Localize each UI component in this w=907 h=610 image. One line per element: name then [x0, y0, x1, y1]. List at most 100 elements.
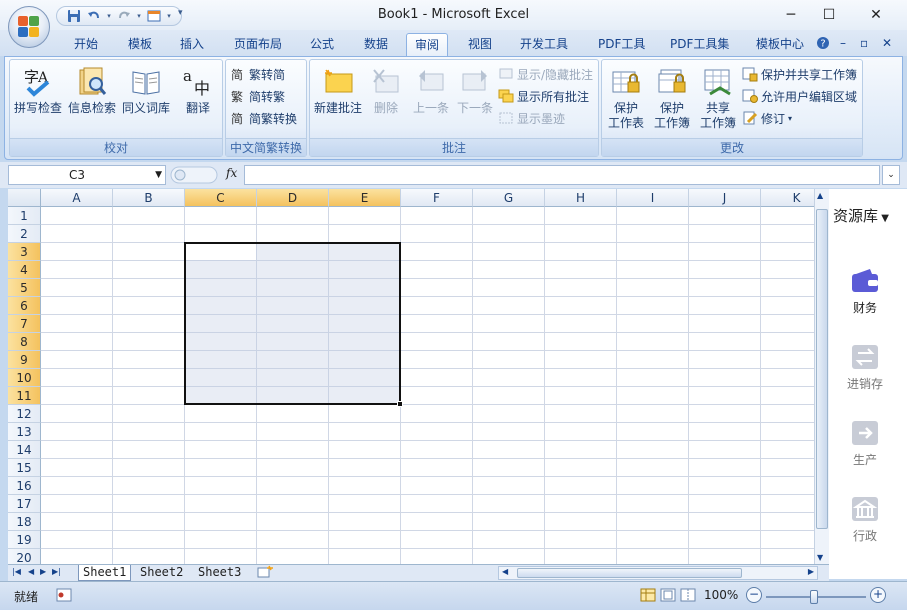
vertical-scrollbar[interactable]: ▲ ▼: [814, 189, 829, 564]
tab-0[interactable]: 开始: [66, 33, 106, 56]
next-sheet-icon[interactable]: ▶: [40, 567, 46, 576]
thesaurus-button[interactable]: 同义词库: [120, 64, 172, 134]
ribbon-close-button[interactable]: ✕: [882, 36, 892, 50]
formula-input[interactable]: [244, 165, 880, 185]
row-header-18[interactable]: 18: [8, 513, 41, 531]
row-header-1[interactable]: 1: [8, 207, 41, 225]
vertical-scroll-thumb[interactable]: [816, 209, 828, 529]
name-box-dropdown-icon[interactable]: ▼: [155, 166, 162, 184]
column-header-C[interactable]: C: [185, 189, 257, 207]
protect-sheet-button[interactable]: 保护 工作表: [604, 64, 648, 134]
row-header-5[interactable]: 5: [8, 279, 41, 297]
row-header-7[interactable]: 7: [8, 315, 41, 333]
row-header-2[interactable]: 2: [8, 225, 41, 243]
zoom-in-button[interactable]: +: [870, 587, 886, 603]
row-header-13[interactable]: 13: [8, 423, 41, 441]
row-header-4[interactable]: 4: [8, 261, 41, 279]
row-header-17[interactable]: 17: [8, 495, 41, 513]
row-header-14[interactable]: 14: [8, 441, 41, 459]
zoom-slider[interactable]: [766, 590, 866, 604]
worksheet-grid[interactable]: A B C D E F G H I J K 1 2 3 4 5 6 7 8 9 10 11 12 13 14 15 16 17 18 19…: [8, 189, 814, 564]
column-header-E[interactable]: E: [329, 189, 401, 207]
tab-3[interactable]: 页面布局: [226, 33, 290, 56]
row-header-15[interactable]: 15: [8, 459, 41, 477]
tab-10[interactable]: PDF工具集: [662, 33, 737, 56]
tab-4[interactable]: 公式: [302, 33, 342, 56]
horizontal-scroll-thumb[interactable]: [517, 568, 742, 578]
select-all-corner[interactable]: [8, 189, 41, 207]
protect-workbook-button[interactable]: 保护 工作簿: [650, 64, 694, 134]
macro-record-icon[interactable]: [56, 588, 72, 605]
scroll-down-icon[interactable]: ▼: [817, 553, 823, 562]
column-header-B[interactable]: B: [113, 189, 185, 207]
maximize-button[interactable]: ☐: [806, 0, 852, 30]
row-header-11[interactable]: 11: [8, 387, 41, 405]
office-button[interactable]: [8, 6, 50, 48]
tab-11[interactable]: 模板中心: [748, 33, 812, 56]
side-panel-item-1[interactable]: 财务: [829, 267, 901, 316]
show-hide-comment-button[interactable]: 显示/隐藏批注: [498, 64, 593, 84]
to-simplified-button[interactable]: 简 繁转简: [230, 64, 285, 84]
tab-9[interactable]: PDF工具: [590, 33, 653, 56]
column-header-G[interactable]: G: [473, 189, 545, 207]
tab-8[interactable]: 开发工具: [512, 33, 576, 56]
scroll-right-icon[interactable]: ▶: [808, 567, 814, 576]
insert-sheet-icon[interactable]: [256, 565, 274, 581]
row-header-8[interactable]: 8: [8, 333, 41, 351]
row-header-3[interactable]: 3: [8, 243, 41, 261]
normal-view-icon[interactable]: [640, 588, 656, 605]
column-header-J[interactable]: J: [689, 189, 761, 207]
column-header-H[interactable]: H: [545, 189, 617, 207]
column-header-A[interactable]: A: [41, 189, 113, 207]
research-button[interactable]: 信息检索: [66, 64, 118, 134]
next-comment-button[interactable]: 下一条: [452, 64, 498, 134]
column-header-F[interactable]: F: [401, 189, 473, 207]
sheet-tab-2[interactable]: Sheet2: [136, 565, 187, 581]
spell-check-button[interactable]: 字A 拼写检查: [12, 64, 64, 134]
side-panel-title[interactable]: 资源库 ▼: [833, 205, 889, 226]
new-comment-button[interactable]: 新建批注: [312, 64, 364, 134]
tab-5[interactable]: 数据: [356, 33, 396, 56]
tab-7[interactable]: 视图: [460, 33, 500, 56]
translate-button[interactable]: a中 翻译: [172, 64, 224, 134]
column-header-I[interactable]: I: [617, 189, 689, 207]
previous-comment-button[interactable]: 上一条: [408, 64, 454, 134]
column-header-K[interactable]: K: [761, 189, 814, 207]
zoom-slider-knob[interactable]: [810, 590, 818, 604]
close-button[interactable]: ✕: [853, 0, 899, 30]
tab-6[interactable]: 审阅: [406, 33, 449, 56]
scroll-left-icon[interactable]: ◀: [502, 567, 508, 576]
delete-comment-button[interactable]: 删除: [364, 64, 408, 134]
tab-1[interactable]: 模板: [120, 33, 160, 56]
page-break-view-icon[interactable]: [680, 588, 696, 605]
first-sheet-icon[interactable]: |◀: [12, 567, 21, 576]
prev-sheet-icon[interactable]: ◀: [28, 567, 34, 576]
side-panel-item-2[interactable]: 进销存: [829, 343, 901, 392]
page-layout-view-icon[interactable]: [660, 588, 676, 605]
column-header-D[interactable]: D: [257, 189, 329, 207]
track-changes-dropdown-icon[interactable]: ▾: [788, 114, 792, 123]
ribbon-restore-button[interactable]: ▫: [860, 36, 868, 50]
protect-and-share-button[interactable]: 保护并共享工作簿: [742, 64, 857, 84]
convert-button[interactable]: 简 简繁转换: [230, 108, 297, 128]
side-panel-item-3[interactable]: 生产: [829, 419, 901, 468]
formula-expand-icon[interactable]: ⌄: [882, 165, 900, 185]
last-sheet-icon[interactable]: ▶|: [52, 567, 61, 576]
tab-2[interactable]: 插入: [172, 33, 212, 56]
side-panel-item-4[interactable]: 行政: [829, 495, 901, 544]
scroll-up-icon[interactable]: ▲: [817, 191, 823, 200]
ribbon-minimize-button[interactable]: –: [840, 36, 846, 50]
share-workbook-button[interactable]: 共享 工作簿: [696, 64, 740, 134]
row-header-10[interactable]: 10: [8, 369, 41, 387]
help-icon[interactable]: ?: [816, 36, 830, 53]
to-traditional-button[interactable]: 繁 简转繁: [230, 86, 285, 106]
row-header-19[interactable]: 19: [8, 531, 41, 549]
fx-icon[interactable]: fx: [226, 166, 237, 180]
fill-handle[interactable]: [397, 401, 403, 407]
horizontal-scrollbar[interactable]: ◀ ▶: [498, 566, 818, 580]
show-all-comments-button[interactable]: 显示所有批注: [498, 86, 589, 106]
sheet-tab-3[interactable]: Sheet3: [194, 565, 245, 581]
allow-edit-ranges-button[interactable]: 允许用户编辑区域: [742, 86, 857, 106]
row-header-12[interactable]: 12: [8, 405, 41, 423]
sheet-tab-1[interactable]: Sheet1: [78, 565, 132, 581]
